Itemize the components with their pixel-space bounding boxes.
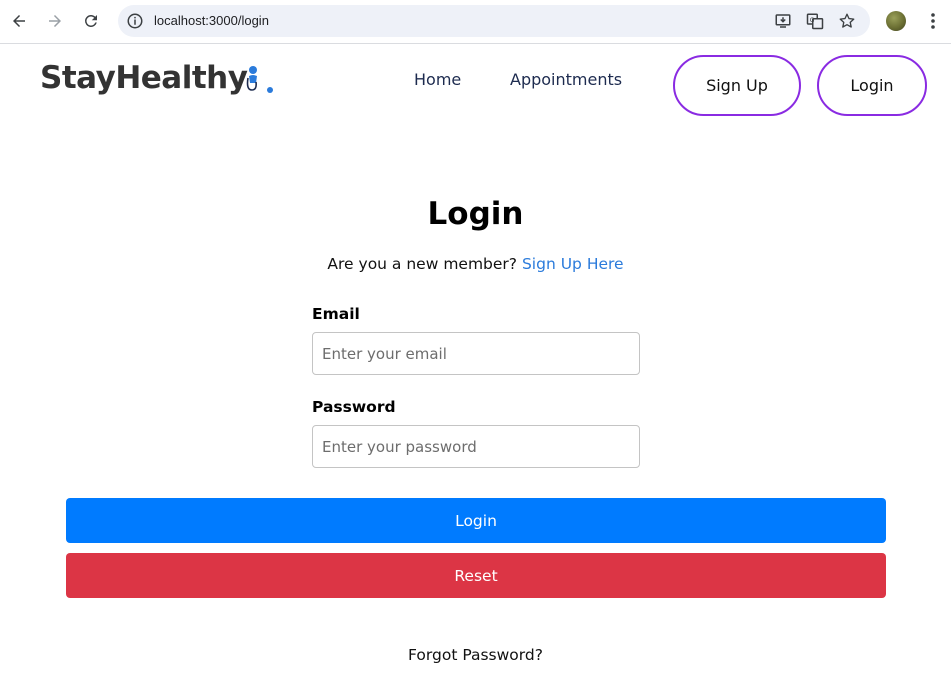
menu-kebab-icon[interactable] — [925, 12, 941, 30]
back-icon[interactable] — [7, 9, 31, 33]
login-submit-button[interactable]: Login — [66, 498, 886, 543]
translate-icon[interactable]: G — [806, 12, 824, 30]
site-logo[interactable]: StayHealthy — [40, 60, 248, 96]
url-text: localhost:3000/login — [154, 13, 269, 28]
password-field[interactable] — [312, 425, 640, 468]
info-icon[interactable] — [126, 12, 144, 30]
password-label: Password — [312, 398, 396, 416]
header-login-button[interactable]: Login — [817, 55, 927, 116]
bookmark-star-icon[interactable] — [838, 12, 856, 30]
forgot-password-link[interactable]: Forgot Password? — [0, 646, 951, 664]
browser-toolbar: localhost:3000/login G — [0, 0, 951, 44]
reset-button[interactable]: Reset — [66, 553, 886, 598]
forward-icon[interactable] — [43, 9, 67, 33]
page-title: Login — [427, 196, 524, 232]
header-signup-button[interactable]: Sign Up — [673, 55, 801, 116]
signup-prompt-text: Are you a new member? — [327, 255, 518, 273]
nav-home-link[interactable]: Home — [414, 70, 461, 89]
email-label: Email — [312, 305, 360, 323]
install-app-icon[interactable] — [774, 12, 792, 30]
email-field[interactable] — [312, 332, 640, 375]
svg-text:G: G — [810, 17, 815, 24]
signup-here-link[interactable]: Sign Up Here — [522, 255, 624, 273]
doctor-person-icon — [246, 66, 273, 93]
signup-prompt: Are you a new member? Sign Up Here — [0, 255, 951, 273]
nav-appointments-link[interactable]: Appointments — [510, 70, 622, 89]
profile-avatar[interactable] — [886, 11, 906, 31]
reload-icon[interactable] — [79, 9, 103, 33]
address-bar[interactable]: localhost:3000/login G — [118, 5, 870, 37]
